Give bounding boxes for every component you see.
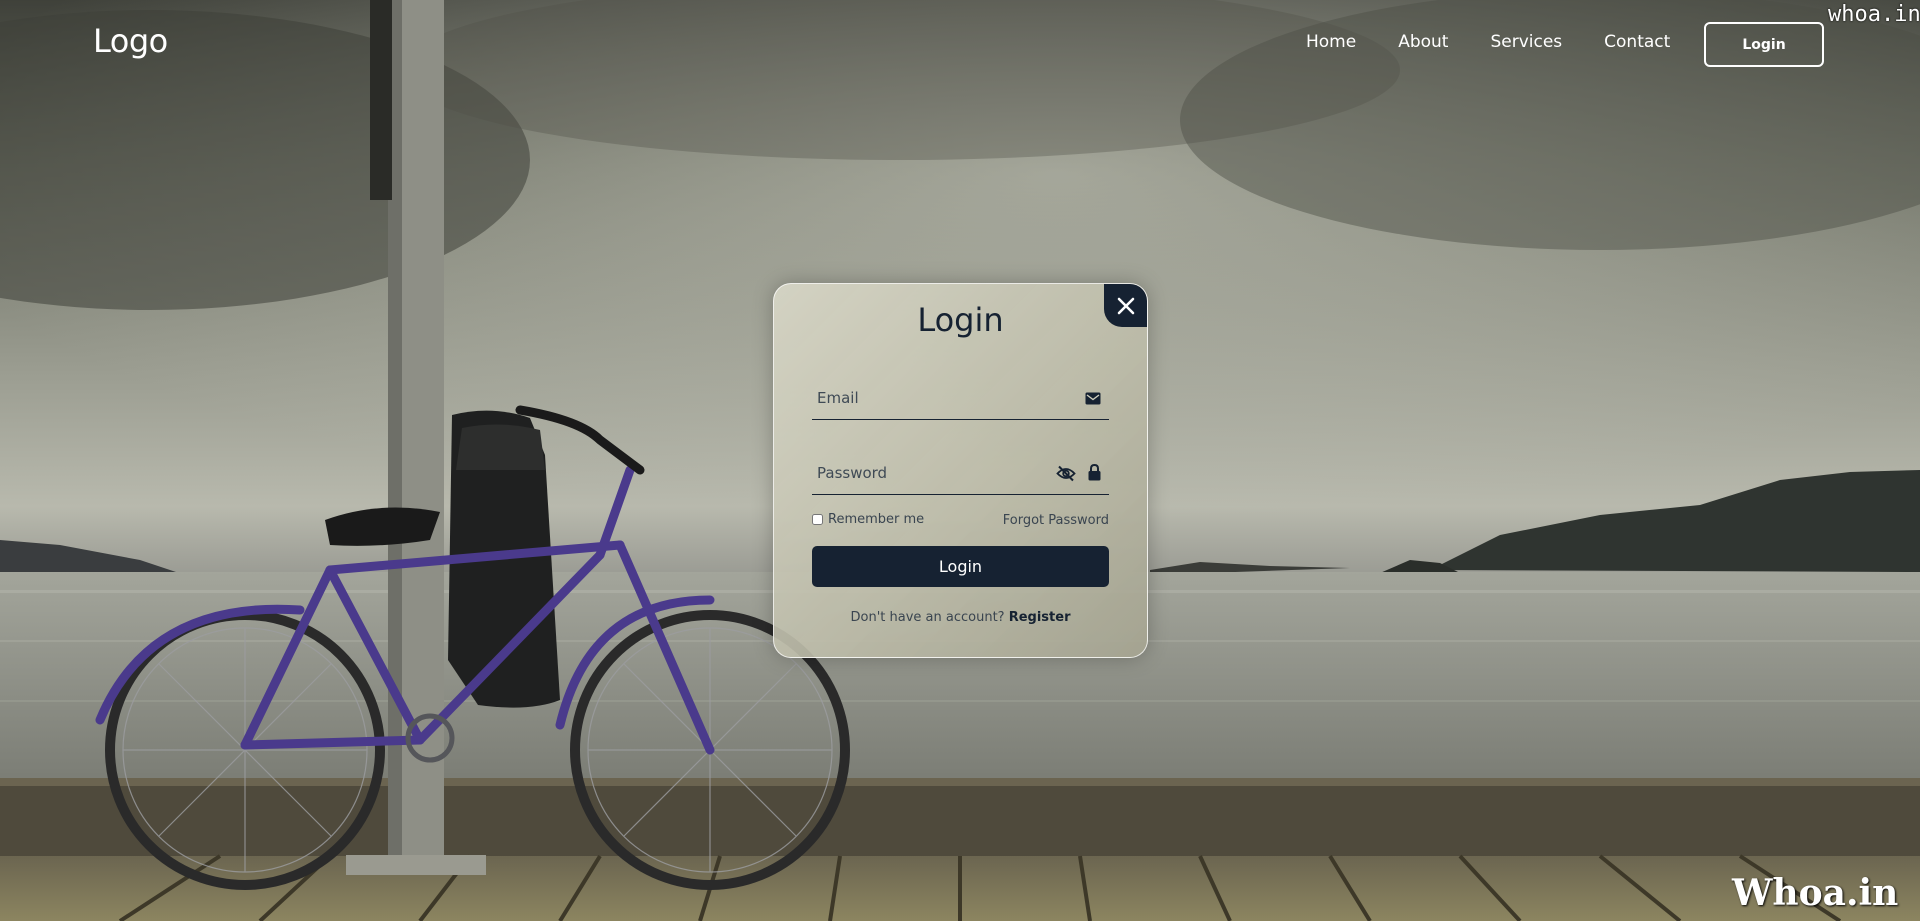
- remember-me-checkbox[interactable]: [812, 514, 823, 525]
- envelope-icon: [1085, 392, 1101, 405]
- background-scene: whoa.in Whoa.in Logo Home About Services…: [0, 0, 1920, 921]
- register-prompt: Don't have an account?: [850, 610, 1005, 625]
- remember-me[interactable]: Remember me: [812, 512, 924, 527]
- site-header: Logo Home About Services Contact Login: [0, 0, 1920, 90]
- watermark-bottom: Whoa.in: [1732, 872, 1899, 914]
- register-prompt-line: Don't have an account? Register: [774, 610, 1147, 625]
- forgot-password-link[interactable]: Forgot Password: [1003, 513, 1109, 528]
- lock-icon: [1088, 464, 1101, 481]
- main-nav: Home About Services Contact: [1306, 32, 1670, 52]
- login-submit-button[interactable]: Login: [812, 546, 1109, 587]
- nav-link-home[interactable]: Home: [1306, 32, 1356, 52]
- nav-link-services[interactable]: Services: [1490, 32, 1562, 52]
- nav-link-contact[interactable]: Contact: [1604, 32, 1670, 52]
- login-modal: Login Remember me Forgot Passwo: [773, 283, 1148, 658]
- email-input[interactable]: [812, 377, 1059, 419]
- remember-me-label: Remember me: [828, 512, 925, 527]
- email-field-group: [812, 377, 1109, 420]
- nav-link-about[interactable]: About: [1398, 32, 1448, 52]
- site-logo[interactable]: Logo: [93, 22, 168, 60]
- modal-title: Login: [917, 301, 1004, 339]
- register-link[interactable]: Register: [1009, 610, 1071, 625]
- password-input[interactable]: [812, 452, 1059, 494]
- eye-slash-icon[interactable]: [1056, 465, 1076, 482]
- password-field-group: [812, 452, 1109, 495]
- header-login-button[interactable]: Login: [1704, 22, 1824, 67]
